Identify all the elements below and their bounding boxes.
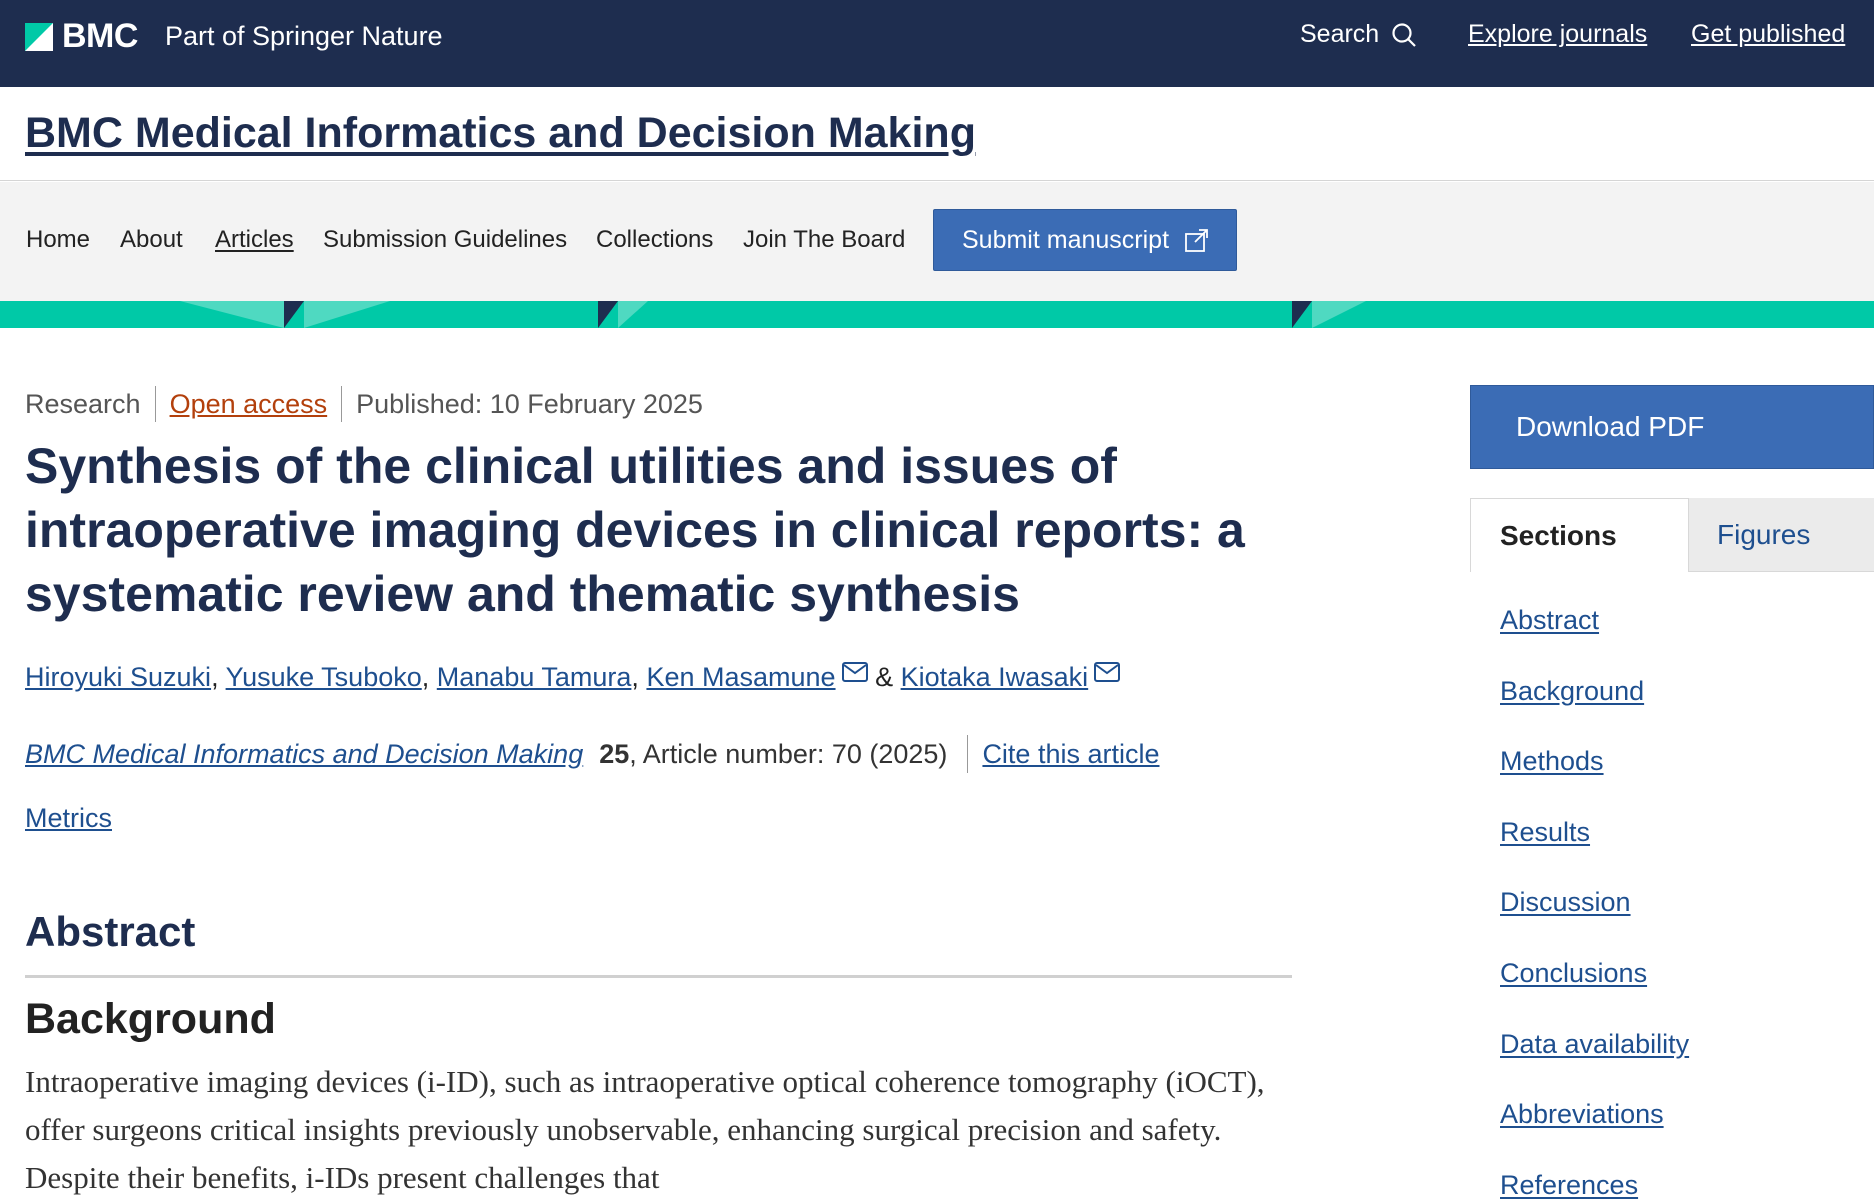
metrics-link[interactable]: Metrics [25,803,112,834]
meta-divider [341,386,343,422]
article-meta: Research Open access Published: 10 Febru… [25,386,703,422]
meta-divider [154,386,156,422]
nav-submission-guidelines[interactable]: Submission Guidelines [323,226,567,254]
nav-join-the-board[interactable]: Join The Board [743,226,905,254]
toc-discussion[interactable]: Discussion [1500,887,1631,918]
nav-articles[interactable]: Articles [215,226,294,254]
background-paragraph: Intraoperative imaging devices (i-ID), s… [25,1064,1265,1195]
brand-tagline: Part of Springer Nature [164,21,443,51]
bmc-logo[interactable]: BMC Part of Springer Nature [25,17,443,56]
decorative-accent-strip [0,301,1874,328]
toc-references[interactable]: References [1500,1170,1638,1200]
journal-header: BMC Medical Informatics and Decision Mak… [0,87,1874,181]
explore-journals-link[interactable]: Explore journals [1468,20,1647,49]
abstract-divider [25,975,1292,978]
author-link[interactable]: Manabu Tamura [437,662,632,692]
author-link[interactable]: Ken Masamune [646,662,835,692]
toc-data-availability[interactable]: Data availability [1500,1029,1689,1060]
cite-this-article-link[interactable]: Cite this article [982,739,1159,770]
nav-home[interactable]: Home [26,226,90,254]
abstract-heading: Abstract [25,908,196,955]
nav-collections[interactable]: Collections [596,226,713,254]
nav-about[interactable]: About [120,226,183,254]
external-link-icon [1185,229,1208,252]
citation-article-number: , Article number: 70 (2025) [629,738,948,769]
get-published-link[interactable]: Get published [1691,20,1845,49]
submit-manuscript-button[interactable]: Submit manuscript [933,209,1237,271]
sidebar-tabs: Sections Figures [1470,498,1874,572]
author-list: Hiroyuki Suzuki, Yusuke Tsuboko, Manabu … [25,662,1121,693]
download-pdf-button[interactable]: Download PDF [1470,385,1874,469]
search-icon [1392,22,1416,47]
submit-manuscript-label: Submit manuscript [962,225,1170,254]
search-label: Search [1300,20,1380,48]
search-button[interactable]: Search [1300,20,1417,49]
open-access-link[interactable]: Open access [170,389,328,420]
background-heading: Background [25,995,276,1043]
citation-volume: 25 [599,738,630,769]
article-title: Synthesis of the clinical utilities and … [25,438,1245,622]
toc-methods[interactable]: Methods [1500,746,1604,777]
author-conjunction: & [875,662,894,692]
brand-name: BMC [62,17,138,55]
toc-background[interactable]: Background [1500,676,1644,707]
toc-abstract[interactable]: Abstract [1500,605,1599,636]
tab-sections[interactable]: Sections [1470,498,1689,572]
author-link[interactable]: Yusuke Tsuboko [226,662,422,692]
author-link[interactable]: Hiroyuki Suzuki [25,662,211,692]
tab-figures[interactable]: Figures [1689,498,1874,572]
journal-nav: Home About Articles Submission Guideline… [0,182,1874,301]
email-icon[interactable] [841,662,868,682]
email-icon[interactable] [1094,662,1121,682]
global-header: BMC Part of Springer Nature Search Explo… [0,0,1874,87]
published-date: Published: 10 February 2025 [356,388,703,419]
citation-journal-link[interactable]: BMC Medical Informatics and Decision Mak… [25,739,583,770]
author-link[interactable]: Kiotaka Iwasaki [901,662,1089,692]
toc-results[interactable]: Results [1500,817,1590,848]
article-type: Research [25,388,141,419]
toc-conclusions[interactable]: Conclusions [1500,958,1647,989]
journal-title-link[interactable]: BMC Medical Informatics and Decision Mak… [25,109,976,158]
toc-abbreviations[interactable]: Abbreviations [1500,1099,1664,1130]
bmc-logo-mark-icon [25,22,53,51]
article-citation: BMC Medical Informatics and Decision Mak… [25,735,1160,773]
citation-divider [967,735,969,773]
